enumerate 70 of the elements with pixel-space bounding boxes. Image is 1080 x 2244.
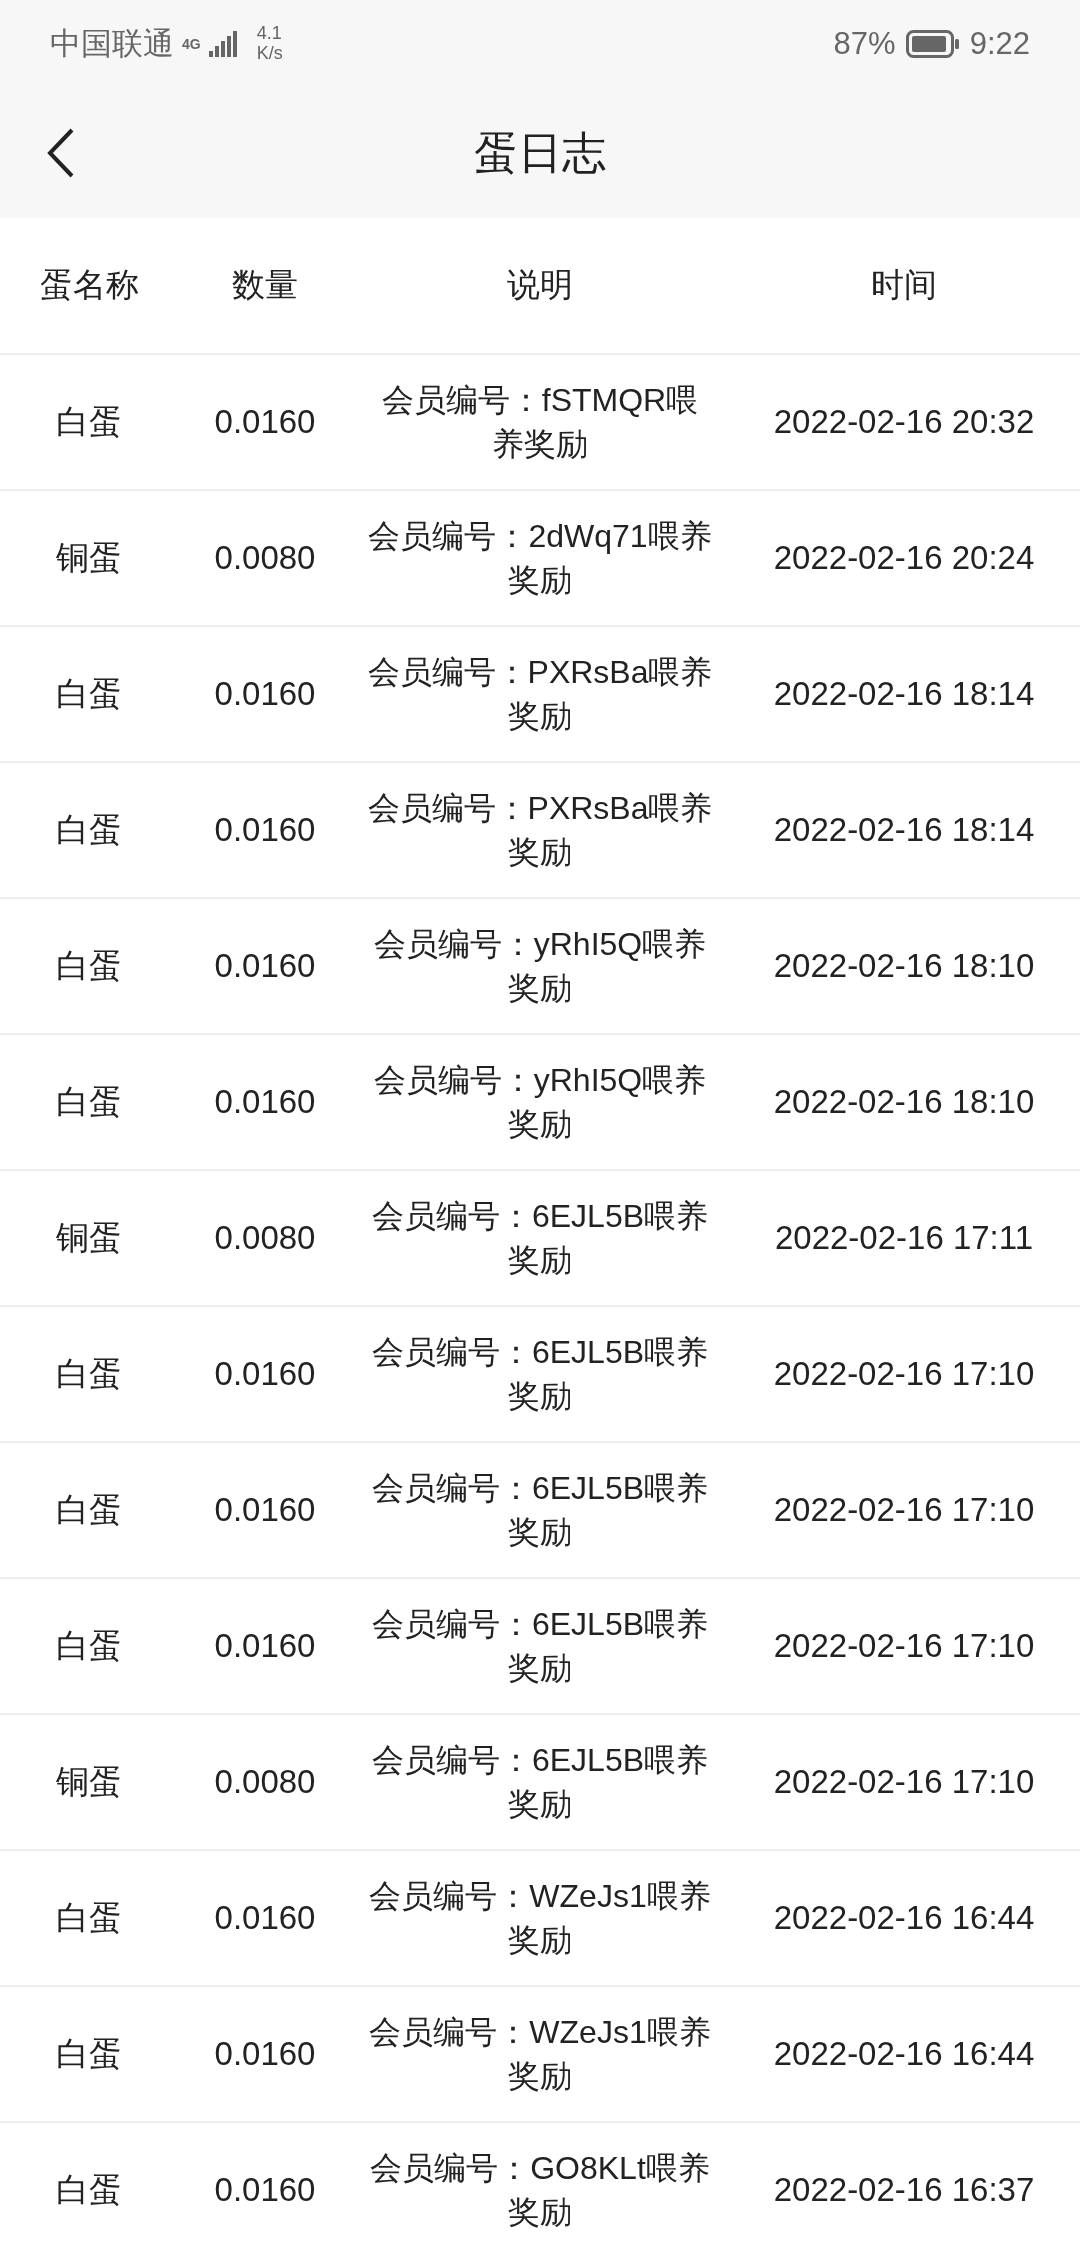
table-cell: 2022-02-16 16:44: [773, 1899, 1035, 1937]
table-cell-text: 白蛋: [56, 2033, 122, 2074]
table-cell: 0.0080: [214, 1219, 316, 1257]
table-cell-text: 白蛋: [56, 1489, 122, 1530]
table-cell: 0.0160: [214, 1355, 316, 1393]
table-cell-text: 会员编号：6EJL5B喂养奖励: [370, 1197, 710, 1280]
table-cell-text: 会员编号：2dWq71喂养奖励: [367, 517, 713, 600]
table-cell: 0.0160: [214, 675, 316, 713]
table-cell-text: 白蛋: [56, 945, 122, 986]
table-cell: 2022-02-16 18:14: [773, 811, 1035, 849]
table-cell-text: 会员编号：yRhI5Q喂养奖励: [372, 1061, 708, 1144]
table-cell: 2022-02-16 20:24: [773, 539, 1035, 577]
table-cell-text: 铜蛋: [56, 537, 122, 578]
speed-unit: K/s: [256, 44, 283, 64]
page-title: 蛋日志: [474, 126, 606, 179]
table-cell: 0.0160: [214, 811, 316, 849]
table-cell-text: 会员编号：6EJL5B喂养奖励: [370, 1469, 710, 1552]
clock-time: 9:22: [969, 26, 1030, 62]
table-cell-text: 白蛋: [56, 1081, 122, 1122]
table-cell-text: 会员编号：fSTMQR喂养奖励: [380, 381, 700, 464]
table-cell-text: 会员编号：WZeJs1喂养奖励: [368, 2013, 712, 2096]
table-cell-text: 白蛋: [56, 1625, 122, 1666]
table-cell: 0.0080: [214, 539, 316, 577]
carrier-name: 中国联通: [50, 25, 174, 63]
table-cell: 0.0160: [214, 1491, 316, 1529]
table-cell-text: 会员编号：yRhI5Q喂养奖励: [372, 925, 708, 1008]
table-cell: 0.0160: [214, 403, 316, 441]
signal-icon: [208, 31, 237, 57]
table-cell: 2022-02-16 17:10: [773, 1763, 1035, 1801]
table-cell: 2022-02-16 17:10: [773, 1627, 1035, 1665]
table-cell: 0.0160: [214, 1627, 316, 1665]
network-speed: 4.1: [256, 24, 283, 44]
table-cell: 0.0160: [214, 2171, 316, 2209]
table-cell-text: 白蛋: [56, 809, 122, 850]
table-cell-text: 会员编号：6EJL5B喂养奖励: [370, 1741, 710, 1824]
table-cell: 2022-02-16 17:11: [774, 1219, 1034, 1257]
table-cell: 2022-02-16 18:10: [773, 1083, 1035, 1121]
table-cell: 0.0160: [214, 1083, 316, 1121]
network-type: 4G: [182, 36, 201, 52]
table-cell-text: 白蛋: [56, 1353, 122, 1394]
table-cell-text: 会员编号：6EJL5B喂养奖励: [370, 1605, 710, 1688]
table-cell-text: 白蛋: [56, 401, 122, 442]
table-cell: 2022-02-16 16:37: [773, 2171, 1035, 2209]
table-cell: 2022-02-16 17:10: [773, 1491, 1035, 1529]
table-cell: 2022-02-16 18:14: [773, 675, 1035, 713]
table-cell: 0.0160: [214, 947, 316, 985]
column-header: 蛋名称: [39, 265, 139, 305]
column-header: 时间: [871, 265, 937, 305]
back-button[interactable]: [46, 127, 76, 179]
table-cell-text: 白蛋: [56, 1897, 122, 1938]
table-cell-text: 会员编号：PXRsBa喂养奖励: [366, 653, 714, 736]
column-header: 说明: [507, 265, 573, 305]
table-cell: 2022-02-16 17:10: [773, 1355, 1035, 1393]
column-header: 数量: [232, 265, 298, 305]
table-cell-text: 铜蛋: [56, 1761, 122, 1802]
table-cell-text: 白蛋: [56, 673, 122, 714]
table-cell: 0.0080: [214, 1763, 316, 1801]
table-cell-text: 白蛋: [56, 2169, 122, 2210]
table-cell: 2022-02-16 18:10: [773, 947, 1035, 985]
table-cell: 2022-02-16 16:44: [773, 2035, 1035, 2073]
table-cell-text: 会员编号：PXRsBa喂养奖励: [366, 789, 714, 872]
table-cell: 0.0160: [214, 2035, 316, 2073]
table-cell: 2022-02-16 20:32: [773, 403, 1035, 441]
table-cell-text: 会员编号：6EJL5B喂养奖励: [370, 1333, 710, 1416]
table-cell-text: 会员编号：GO8KLt喂养奖励: [369, 2149, 711, 2232]
table-cell-text: 会员编号：WZeJs1喂养奖励: [368, 1877, 712, 1960]
battery-percent: 87%: [833, 26, 896, 62]
table-cell: 0.0160: [214, 1899, 316, 1937]
table-cell-text: 铜蛋: [56, 1217, 122, 1258]
battery-icon: [905, 30, 960, 58]
